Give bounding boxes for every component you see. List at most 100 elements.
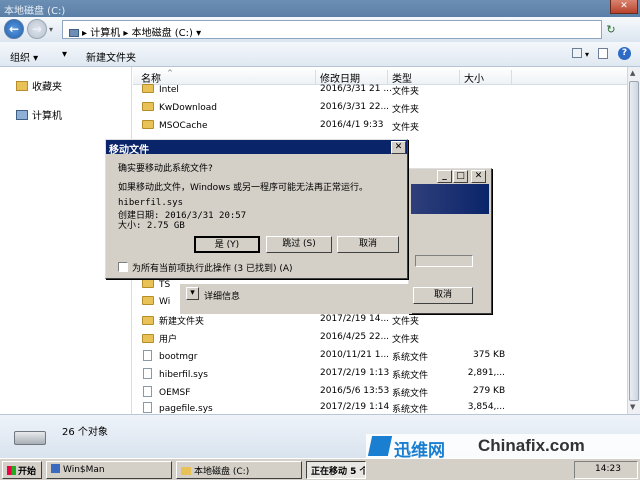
scroll-thumb[interactable] (629, 81, 639, 401)
file-type: 系统文件 (392, 371, 429, 381)
file-name: pagefile.sys (159, 404, 213, 414)
table-row[interactable]: hiberfil.sys 2017/2/19 1:13 系统文件 2,891,.… (133, 365, 627, 383)
dialog-close-icon[interactable]: ✕ (391, 141, 406, 154)
file-name: KwDownload (159, 103, 217, 113)
file-name: bootmgr (159, 352, 198, 362)
file-date: 2016/4/1 9:33 (320, 120, 384, 130)
file-name: hiberfil.sys (159, 370, 208, 380)
yes-button[interactable]: 是 (Y) (194, 236, 260, 253)
nav-item-favorites[interactable]: 收藏夹 (16, 78, 62, 93)
file-date: 2017/2/19 14... (320, 314, 390, 324)
nav-item-computer[interactable]: 计算机 (16, 107, 62, 122)
table-row[interactable]: Wi (133, 293, 173, 311)
minimize-icon[interactable]: _ (437, 170, 452, 183)
drive-icon (14, 431, 46, 445)
view-mode-icon[interactable] (572, 48, 582, 58)
folder-icon (181, 467, 191, 475)
dialog-file-name: hiberfil.sys (118, 198, 184, 208)
command-bar: 组织 ▾ ▾ 新建文件夹 ▾ ? (0, 42, 640, 67)
history-dropdown-icon[interactable]: ▾ (49, 25, 53, 34)
system-file-icon (143, 350, 152, 361)
address-bar: ← → ▾ ▸ 计算机 ▸ 本地磁盘 (C:) ▾ ↻ (0, 17, 640, 42)
taskbar-item-winsman[interactable]: Win$Man (46, 461, 172, 479)
back-button[interactable]: ← (4, 19, 24, 39)
help-icon[interactable]: ? (618, 47, 631, 60)
file-date: 2016/3/31 22... (320, 102, 390, 112)
address-path: ▸ 计算机 ▸ 本地磁盘 (C:) ▾ (82, 28, 202, 39)
system-file-icon (143, 386, 152, 397)
move-file-dialog: 移动文件 ✕ 确实要移动此系统文件? 如果移动此文件，Windows 或另一程序… (105, 139, 408, 279)
address-input[interactable]: ▸ 计算机 ▸ 本地磁盘 (C:) ▾ (62, 20, 602, 39)
file-size: 279 KB (473, 386, 506, 396)
star-folder-icon (16, 81, 28, 91)
file-name: OEMSF (159, 388, 191, 398)
file-type: 系统文件 (392, 353, 429, 363)
window-titlebar[interactable]: 本地磁盘 (C:) (0, 0, 640, 17)
file-type: 文件夹 (392, 105, 420, 115)
view-dropdown-icon[interactable]: ▾ (62, 49, 67, 60)
computer-icon (16, 110, 28, 120)
dialog-title: 移动文件 (109, 145, 149, 156)
skip-button[interactable]: 跳过 (S) (266, 236, 332, 253)
organize-button[interactable]: 组织 ▾ (10, 49, 38, 64)
object-count: 26 个对象 (62, 427, 108, 438)
close-icon[interactable]: ✕ (471, 170, 486, 183)
table-row[interactable]: Intel 2016/3/31 21 ... 文件夹 (133, 81, 627, 99)
windows-logo-icon (7, 466, 16, 475)
folder-icon (142, 279, 154, 288)
close-icon[interactable]: ✕ (610, 0, 638, 14)
dialog-file-size: 大小: 2.75 GB (118, 221, 185, 231)
table-row[interactable]: 用户 2016/4/25 22... 文件夹 (133, 329, 627, 347)
details-label[interactable]: 详细信息 (204, 289, 240, 302)
clock[interactable]: 14:23 (595, 464, 621, 474)
taskbar-item-moving[interactable]: 正在移动 5 个项目... (306, 461, 366, 479)
file-date: 2016/4/25 22... (320, 332, 390, 342)
table-row[interactable]: MSOCache 2016/4/1 9:33 文件夹 (133, 117, 627, 135)
folder-icon (142, 296, 154, 305)
cancel-button[interactable]: 取消 (337, 236, 399, 253)
file-date: 2010/11/21 1... (320, 350, 390, 360)
view-mode-dropdown-icon[interactable]: ▾ (585, 50, 589, 59)
table-row[interactable]: bootmgr 2010/11/21 1... 系统文件 375 KB (133, 347, 627, 365)
file-date: 2016/5/6 13:53 (320, 386, 390, 396)
forward-button[interactable]: → (27, 19, 47, 39)
folder-icon (142, 316, 154, 325)
refresh-icon[interactable]: ↻ (604, 20, 618, 39)
maximize-icon[interactable]: □ (453, 170, 468, 183)
file-name: Wi (159, 297, 171, 307)
file-name: MSOCache (159, 121, 208, 131)
watermark-band: 迅维网 Chinafix.com (366, 434, 640, 461)
file-date: 2017/2/19 1:14 (320, 402, 390, 412)
scroll-up-icon[interactable]: ▲ (630, 69, 635, 77)
start-button[interactable]: 开始 (2, 461, 42, 479)
watermark-logo-icon (367, 436, 393, 456)
progress-cancel-button[interactable]: 取消 (413, 287, 473, 304)
scroll-down-icon[interactable]: ▼ (630, 403, 635, 411)
progress-animation-banner (411, 184, 489, 214)
table-row[interactable]: KwDownload 2016/3/31 22... 文件夹 (133, 99, 627, 117)
dialog-titlebar[interactable]: 移动文件 (106, 140, 407, 156)
nav-label: 计算机 (32, 111, 62, 122)
computer-icon (69, 29, 79, 37)
taskbar-item-local-disk[interactable]: 本地磁盘 (C:) (176, 461, 302, 479)
file-type: 文件夹 (392, 317, 420, 327)
folder-icon (142, 84, 154, 93)
watermark-right: Chinafix.com (478, 436, 585, 455)
file-date: 2017/2/19 1:13 (320, 368, 390, 378)
new-folder-button[interactable]: 新建文件夹 (86, 49, 136, 64)
progress-dialog-footer: ▾ 详细信息 (180, 284, 412, 314)
file-name: 新建文件夹 (159, 317, 205, 327)
apply-all-checkbox[interactable] (118, 262, 128, 272)
task-label: 正在移动 5 个项目... (311, 467, 365, 477)
task-label: 本地磁盘 (C:) (194, 467, 250, 477)
preview-pane-icon[interactable] (598, 48, 608, 59)
nav-label: 收藏夹 (32, 82, 62, 93)
vertical-scrollbar[interactable]: ▲ ▼ (627, 67, 640, 414)
apply-all-label[interactable]: 为所有当前项执行此操作 (3 已找到) (A) (132, 261, 293, 274)
system-file-icon (143, 402, 152, 413)
folder-icon (142, 334, 154, 343)
details-chevron-icon[interactable]: ▾ (186, 287, 199, 300)
dialog-question: 确实要移动此系统文件? (118, 164, 213, 174)
file-size: 2,891,... (467, 368, 505, 378)
dialog-warning: 如果移动此文件，Windows 或另一程序可能无法再正常运行。 (118, 183, 369, 193)
